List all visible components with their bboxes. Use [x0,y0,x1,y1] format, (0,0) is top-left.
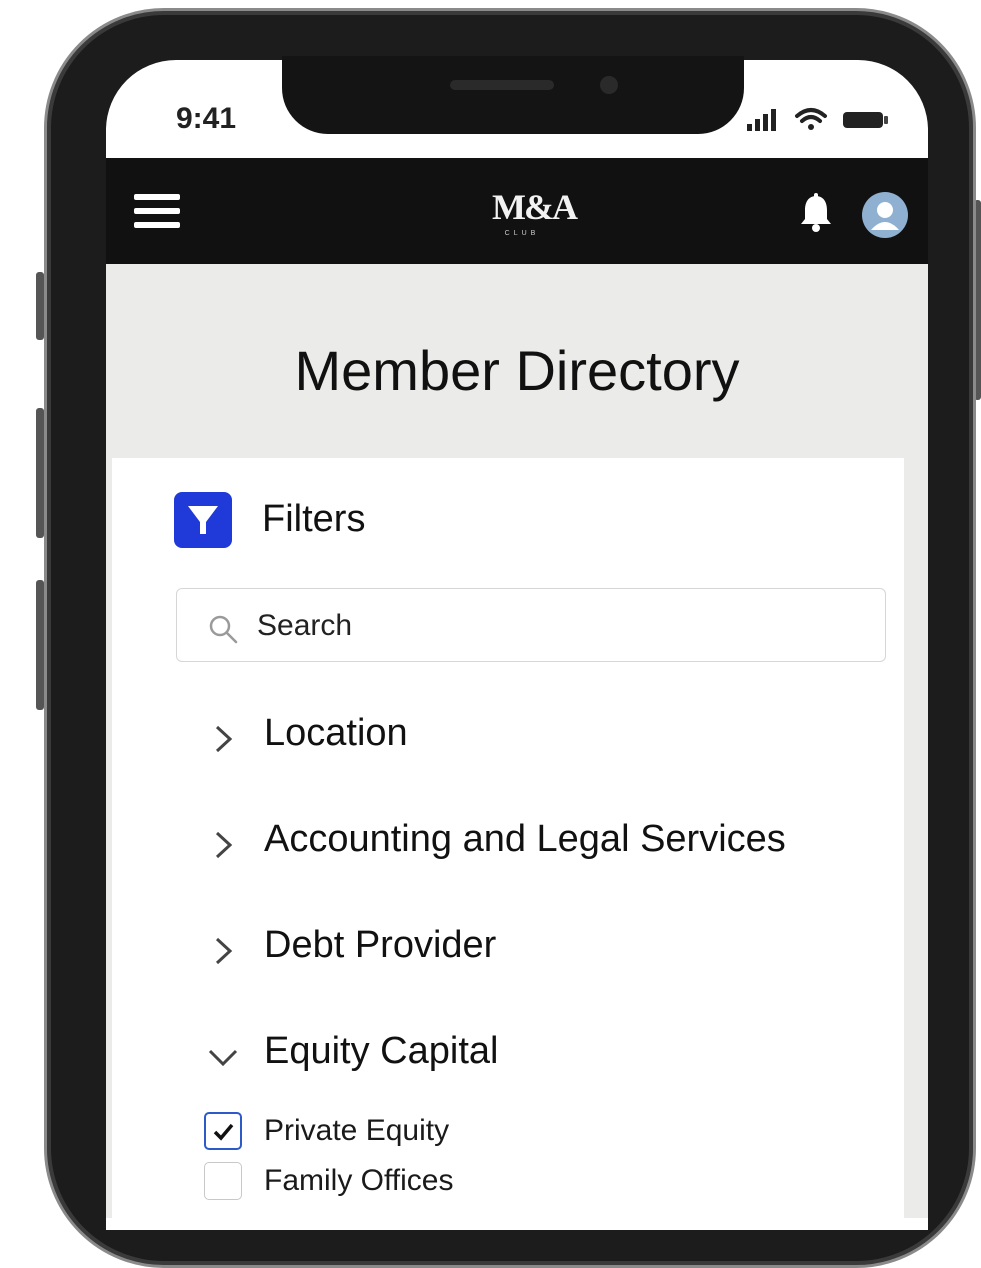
bell-icon[interactable] [796,192,836,234]
phone-camera [600,76,618,94]
phone-volume-down-button [36,580,44,710]
phone-speaker [450,80,554,90]
filter-category-location[interactable]: Location [206,708,846,768]
page-title: Member Directory [294,339,740,402]
app-header: M&A CLUB [106,158,928,264]
search-placeholder: Search [257,609,353,642]
checkbox-unchecked[interactable] [204,1162,242,1200]
checkbox-label: Private Equity [264,1114,450,1147]
filter-category-label: Accounting and Legal Services [264,818,786,860]
title-band: Member Directory [106,264,928,460]
menu-line [134,194,180,200]
app-logo[interactable]: M&A CLUB [492,186,578,242]
wifi-icon [795,108,827,130]
checkbox-label: Family Offices [264,1164,454,1197]
checkbox-checked[interactable] [204,1112,242,1150]
phone-notch [282,56,744,134]
filter-category-label: Debt Provider [264,924,497,966]
filter-category-accounting-legal[interactable]: Accounting and Legal Services [206,814,846,874]
search-input[interactable]: Search [176,588,886,662]
chevron-right-icon [215,725,233,753]
logo-text: M&A [492,187,578,227]
chevron-down-icon [208,1049,238,1067]
filter-funnel-icon [174,492,232,548]
filter-category-label: Equity Capital [264,1030,499,1072]
search-icon [207,613,239,645]
hamburger-menu-icon[interactable] [134,194,180,228]
menu-line [134,208,180,214]
filter-category-label: Location [264,712,408,754]
battery-icon [843,112,888,128]
panel-gutter [904,458,928,1218]
status-time: 9:41 [176,102,237,135]
user-avatar-icon[interactable] [862,192,908,238]
phone-volume-up-button [36,408,44,538]
filter-category-equity-capital[interactable]: Equity Capital [206,1026,846,1086]
chevron-right-icon [215,937,233,965]
filter-category-debt-provider[interactable]: Debt Provider [206,920,846,980]
filters-heading: Filters [262,498,366,540]
signal-icon [747,109,776,131]
phone-side-button [36,272,44,340]
checkmark-icon [213,1123,234,1141]
status-icons [745,104,895,134]
logo-subtext: CLUB [504,230,540,237]
menu-line [134,222,180,228]
chevron-right-icon [215,831,233,859]
